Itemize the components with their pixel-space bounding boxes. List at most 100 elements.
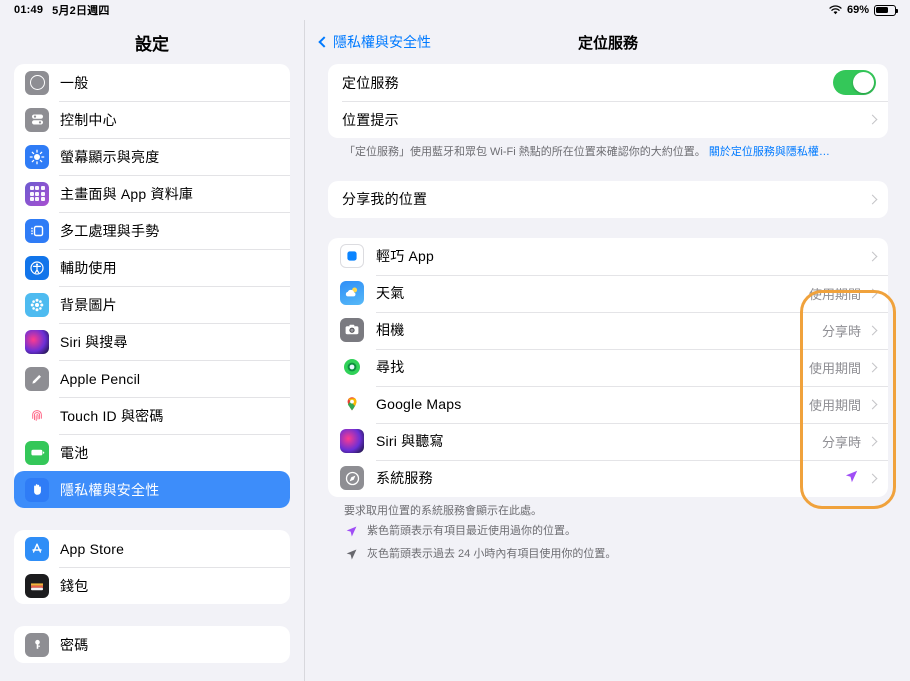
row-label: Siri 與聽寫 <box>376 433 444 450</box>
chevron-right-icon <box>867 325 878 336</box>
battery-percent-label: 69% <box>846 4 869 16</box>
sidebar-item-wallet[interactable]: 錢包 <box>14 567 290 604</box>
row-label: 天氣 <box>376 285 405 302</box>
sidebar-item-accessibility[interactable]: 輔助使用 <box>14 249 290 286</box>
sidebar-item-label: 錢包 <box>60 577 89 594</box>
sidebar-item-label: 電池 <box>60 444 89 461</box>
row-label: 位置提示 <box>342 111 399 128</box>
status-time: 01:49 <box>14 4 44 16</box>
sidebar-group-2: App Store 錢包 <box>14 530 290 604</box>
sidebar-scroll[interactable]: 一般 控制中心 螢幕顯示與亮度 主畫面與 App 資料庫 多工處理與手勢 輔助使… <box>0 64 304 663</box>
footer-text: 「定位服務」使用藍牙和眾包 Wi-Fi 熱點的所在位置來確認你的大約位置。 <box>344 146 706 158</box>
main-scroll[interactable]: 定位服務 位置提示 「定位服務」使用藍牙和眾包 Wi-Fi 熱點的所在位置來確認… <box>306 64 910 566</box>
battery-icon <box>25 440 49 465</box>
row-app-clips[interactable]: 輕巧 App <box>328 238 888 275</box>
row-label: 相機 <box>376 322 405 339</box>
wallpaper-icon <box>25 292 49 317</box>
sidebar-item-label: App Store <box>60 540 125 557</box>
row-find-my[interactable]: 尋找 使用期間 <box>328 348 888 386</box>
control-center-icon <box>25 107 49 132</box>
wallet-icon <box>25 573 49 598</box>
sidebar-item-label: Apple Pencil <box>60 370 141 387</box>
legend-text: 灰色箭頭表示過去 24 小時內有項目使用你的位置。 <box>367 547 617 560</box>
legend-text: 紫色箭頭表示有項目最近使用過你的位置。 <box>367 524 576 537</box>
sidebar-item-apple-pencil[interactable]: Apple Pencil <box>14 360 290 397</box>
sidebar-item-label: Touch ID 與密碼 <box>60 407 164 424</box>
find-my-icon <box>340 355 364 380</box>
row-weather[interactable]: 天氣 使用期間 <box>328 274 888 312</box>
sidebar-item-passwords[interactable]: 密碼 <box>14 626 290 663</box>
toggle-knob <box>853 72 874 93</box>
sidebar-item-home-screen[interactable]: 主畫面與 App 資料庫 <box>14 175 290 212</box>
purple-arrow-icon <box>344 524 358 543</box>
privacy-hand-icon <box>25 477 49 502</box>
google-maps-icon <box>340 392 364 417</box>
sidebar-item-app-store[interactable]: App Store <box>14 530 290 567</box>
chevron-right-icon <box>867 288 878 299</box>
row-label: 尋找 <box>376 359 405 376</box>
location-services-panel: 隱私權與安全性 定位服務 定位服務 位置提示 「定位服務」使用藍牙和眾包 Wi-… <box>306 20 910 681</box>
row-label: 分享我的位置 <box>342 191 428 208</box>
sidebar-item-label: 螢幕顯示與亮度 <box>60 148 160 165</box>
sidebar-title: 設定 <box>135 34 169 54</box>
sidebar-item-label: 主畫面與 App 資料庫 <box>60 185 194 202</box>
sidebar-item-battery[interactable]: 電池 <box>14 434 290 471</box>
chevron-right-icon <box>867 194 878 205</box>
row-location-alerts[interactable]: 位置提示 <box>328 101 888 138</box>
sidebar-item-label: 多工處理與手勢 <box>60 222 160 239</box>
wifi-icon <box>829 5 842 15</box>
chevron-right-icon <box>867 251 878 262</box>
location-services-toggle[interactable] <box>833 70 876 95</box>
row-label: 系統服務 <box>376 470 433 487</box>
chevron-right-icon <box>867 114 878 125</box>
sidebar-item-label: 隱私權與安全性 <box>60 481 160 498</box>
weather-icon <box>340 281 364 306</box>
row-siri-dictation[interactable]: Siri 與聽寫 分享時 <box>328 422 888 460</box>
main-nav-bar: 隱私權與安全性 定位服務 <box>306 20 910 64</box>
gray-arrow-icon <box>344 547 358 566</box>
back-button[interactable]: 隱私權與安全性 <box>318 32 431 52</box>
accessibility-icon <box>25 255 49 280</box>
chevron-right-icon <box>867 399 878 410</box>
sidebar-item-label: 密碼 <box>60 636 89 653</box>
row-system-services[interactable]: 系統服務 <box>328 459 888 497</box>
status-date: 5月2日週四 <box>52 5 110 17</box>
purple-arrow-icon <box>845 471 858 483</box>
legend-gray-arrow: 灰色箭頭表示過去 24 小時內有項目使用你的位置。 <box>328 543 888 566</box>
sidebar-item-label: 控制中心 <box>60 111 117 128</box>
row-share-my-location[interactable]: 分享我的位置 <box>328 181 888 218</box>
privacy-learn-more-link[interactable]: 關於定位服務與隱私權… <box>709 146 830 158</box>
system-services-footer: 要求取用位置的系統服務會顯示在此處。 <box>344 504 542 517</box>
apple-pencil-icon <box>25 366 49 391</box>
legend-purple-arrow: 紫色箭頭表示有項目最近使用過你的位置。 <box>328 520 888 543</box>
home-screen-icon <box>25 181 49 206</box>
row-google-maps[interactable]: Google Maps 使用期間 <box>328 385 888 423</box>
chevron-right-icon <box>867 473 878 484</box>
sidebar-item-privacy-security[interactable]: 隱私權與安全性 <box>14 471 290 508</box>
battery-icon <box>874 4 898 16</box>
sidebar-item-touch-id[interactable]: Touch ID 與密碼 <box>14 397 290 434</box>
row-label: 輕巧 App <box>376 248 434 265</box>
sidebar-item-label: 背景圖片 <box>60 296 117 313</box>
chevron-right-icon <box>867 362 878 373</box>
sidebar-item-display-brightness[interactable]: 螢幕顯示與亮度 <box>14 138 290 175</box>
row-camera[interactable]: 相機 分享時 <box>328 311 888 349</box>
siri-icon <box>340 429 364 454</box>
app-permissions-card: 輕巧 App 天氣 使用期間 相機 分享時 尋找 使用期間 Google Map… <box>328 237 888 497</box>
sidebar-item-multitasking[interactable]: 多工處理與手勢 <box>14 212 290 249</box>
share-location-card: 分享我的位置 <box>328 180 888 218</box>
status-bar-right: 69% <box>829 4 898 16</box>
sidebar-item-wallpaper[interactable]: 背景圖片 <box>14 286 290 323</box>
sidebar-group-3: 密碼 <box>14 626 290 663</box>
multitasking-icon <box>25 218 49 243</box>
sidebar-item-control-center[interactable]: 控制中心 <box>14 101 290 138</box>
sidebar-item-siri-search[interactable]: Siri 與搜尋 <box>14 323 290 360</box>
app-store-icon <box>25 536 49 561</box>
row-location-services-toggle[interactable]: 定位服務 <box>328 64 888 101</box>
sidebar-item-general[interactable]: 一般 <box>14 64 290 101</box>
row-value: 分享時 <box>821 323 861 339</box>
row-value-arrow <box>844 469 859 487</box>
back-button-label: 隱私權與安全性 <box>333 34 431 50</box>
location-services-card: 定位服務 位置提示 <box>328 64 888 138</box>
sidebar-group-1: 一般 控制中心 螢幕顯示與亮度 主畫面與 App 資料庫 多工處理與手勢 輔助使… <box>14 64 290 508</box>
